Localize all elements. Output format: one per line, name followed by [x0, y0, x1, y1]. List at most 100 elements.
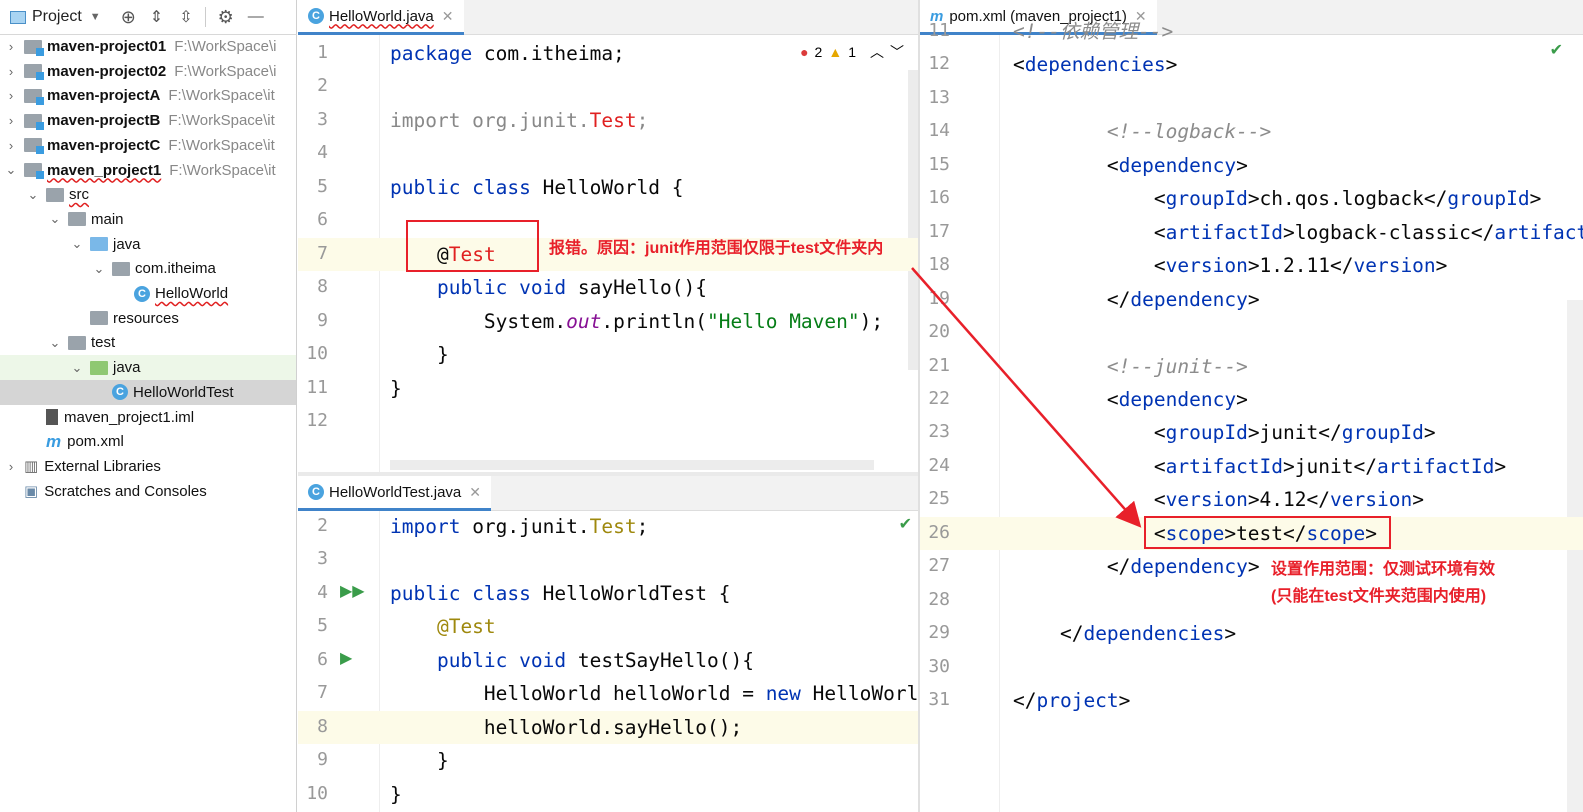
tree-item-label: HelloWorld — [155, 285, 229, 302]
code-token: </ — [1013, 622, 1084, 646]
code-line[interactable]: </dependency> — [1013, 550, 1260, 583]
chevron-icon[interactable]: ⌄ — [70, 236, 84, 252]
code-line[interactable]: <artifactId>logback-classic</artifactId> — [1013, 216, 1583, 249]
code-line[interactable]: <!--依赖管理--> — [1013, 15, 1173, 48]
tree-item[interactable]: › ▥ External Libraries — [0, 454, 296, 479]
run-icon[interactable]: ▶ — [340, 648, 352, 668]
tree-item[interactable]: ⌄ com.itheima — [0, 256, 296, 281]
next-highlight-icon[interactable]: ﹀ — [890, 42, 904, 62]
tab-helloworldtest-java[interactable]: C HelloWorldTest.java ✕ — [298, 476, 492, 511]
code-line[interactable]: <groupId>ch.qos.logback</groupId> — [1013, 182, 1541, 215]
chevron-icon[interactable]: › — [4, 138, 18, 153]
chevron-icon[interactable]: › — [4, 39, 18, 54]
code-line[interactable]: } — [390, 338, 449, 371]
code-line[interactable]: public class HelloWorldTest { — [390, 577, 730, 610]
tree-item[interactable]: › maven-projectC F:\WorkSpace\it — [0, 133, 296, 158]
gear-icon[interactable]: ⚙ — [218, 7, 234, 28]
code-line[interactable]: <version>1.2.11</version> — [1013, 249, 1448, 282]
editor-tabbar: C HelloWorld.java ✕ — [298, 0, 918, 35]
code-line[interactable]: </project> — [1013, 684, 1130, 717]
chevron-icon[interactable]: ⌄ — [92, 261, 106, 277]
project-panel: Project ▼ ⊕ ⇕ ⇳ ⚙ — › maven-project01 F:\W… — [0, 0, 297, 812]
code-line[interactable]: import org.junit.Test; — [390, 104, 648, 137]
editor-pom[interactable]: m pom.xml (maven_project1) ✕ ✔ 11 <!--依赖管理-… — [920, 0, 1583, 812]
close-icon[interactable]: ✕ — [442, 8, 454, 25]
collapse-all-icon[interactable]: ⇳ — [179, 7, 192, 27]
tree-item[interactable]: › maven-projectB F:\WorkSpace\it — [0, 108, 296, 133]
horizontal-scrollbar[interactable] — [390, 460, 874, 470]
folder-icon — [90, 360, 108, 375]
code-line[interactable]: <!--logback--> — [1013, 115, 1271, 148]
tree-item[interactable]: C HelloWorldTest — [0, 379, 296, 405]
code-line[interactable]: public void sayHello(){ — [390, 271, 707, 304]
editor-helloworldtest[interactable]: C HelloWorldTest.java ✕ ✔ 2 import org.juni… — [298, 476, 965, 812]
chevron-icon[interactable]: ⌄ — [4, 162, 18, 178]
chevron-down-icon[interactable]: ▼ — [90, 11, 101, 23]
code-line[interactable]: import org.junit.Test; — [390, 510, 648, 543]
inspection-widget[interactable]: ● 2 ▲ 1 ︿ ﹀ — [800, 42, 904, 62]
tree-item[interactable]: › maven-projectA F:\WorkSpace\it — [0, 83, 296, 108]
code-line[interactable]: public void testSayHello(){ — [390, 644, 754, 677]
code-line[interactable]: } — [390, 372, 402, 405]
tree-item[interactable]: ⌄ test — [0, 330, 296, 355]
folder-icon — [24, 64, 44, 81]
close-icon[interactable]: ✕ — [469, 484, 481, 501]
locate-icon[interactable]: ⊕ — [121, 7, 136, 28]
chevron-icon[interactable]: › — [4, 64, 18, 79]
chevron-icon[interactable]: › — [4, 88, 18, 103]
prev-highlight-icon[interactable]: ︿ — [870, 42, 884, 62]
minimize-icon[interactable]: — — [248, 8, 264, 26]
project-view-selector[interactable]: Project — [32, 8, 82, 26]
code-line[interactable]: <dependency> — [1013, 149, 1248, 182]
code-line[interactable]: System.out.println("Hello Maven"); — [390, 305, 883, 338]
run-icon[interactable]: ▶▶ — [340, 581, 365, 601]
code-token: groupId — [1447, 187, 1530, 211]
code-line[interactable]: </dependencies> — [1013, 617, 1236, 650]
chevron-icon[interactable]: ⌄ — [48, 335, 62, 351]
tree-item[interactable]: ⌄ java — [0, 232, 296, 257]
tree-item[interactable]: resources — [0, 306, 296, 331]
chevron-icon[interactable]: › — [4, 113, 18, 128]
code-line[interactable]: <dependency> — [1013, 383, 1248, 416]
chevron-icon[interactable]: ⌄ — [70, 360, 84, 376]
tree-item[interactable]: › maven-project02 F:\WorkSpace\i — [0, 59, 296, 84]
code-line[interactable]: helloWorld.sayHello(); — [390, 711, 742, 744]
tree-item[interactable]: maven_project1.iml — [0, 405, 296, 430]
line-number: 22 — [928, 387, 950, 409]
line-number: 12 — [306, 409, 328, 431]
tree-item[interactable]: › maven-project01 F:\WorkSpace\i — [0, 34, 296, 59]
chevron-icon[interactable]: ⌄ — [26, 187, 40, 203]
code-line[interactable]: <groupId>junit</groupId> — [1013, 416, 1436, 449]
tree-item[interactable]: C HelloWorld — [0, 281, 296, 306]
code-token: > — [1412, 488, 1424, 512]
tree-item[interactable]: ⌄ main — [0, 207, 296, 232]
tab-helloworld-java[interactable]: C HelloWorld.java ✕ — [298, 0, 464, 35]
vertical-scrollbar[interactable] — [908, 70, 918, 370]
chevron-icon[interactable]: › — [4, 459, 18, 474]
chevron-icon[interactable]: ⌄ — [48, 211, 62, 227]
tree-item[interactable]: ⌄ maven_project1 F:\WorkSpace\it — [0, 158, 296, 183]
code-token: com.itheima; — [483, 42, 625, 65]
vertical-scrollbar[interactable] — [1567, 300, 1583, 812]
code-line[interactable]: package com.itheima; — [390, 37, 625, 70]
code-line[interactable]: } — [390, 744, 449, 777]
tree-item[interactable]: m pom.xml — [0, 429, 296, 454]
code-token: } — [390, 782, 402, 806]
code-line[interactable]: @Test — [390, 610, 496, 643]
code-line[interactable]: <artifactId>junit</artifactId> — [1013, 450, 1506, 483]
expand-all-icon[interactable]: ⇕ — [150, 7, 163, 27]
code-line[interactable]: public class HelloWorld { — [390, 171, 684, 204]
tree-item[interactable]: ⌄ java — [0, 355, 296, 381]
line-number: 29 — [928, 622, 950, 644]
code-line[interactable]: <!--junit--> — [1013, 350, 1248, 383]
code-line[interactable]: HelloWorld helloWorld = new HelloWorld()… — [390, 677, 965, 710]
tree-item[interactable]: ⌄ src — [0, 182, 296, 207]
code-line[interactable]: <version>4.12</version> — [1013, 483, 1424, 516]
folder-icon — [24, 138, 44, 155]
class-icon: C — [308, 8, 324, 24]
line-number: 7 — [317, 682, 328, 704]
code-line[interactable]: </dependency> — [1013, 283, 1260, 316]
code-line[interactable]: } — [390, 778, 402, 811]
tree-item[interactable]: ▣ Scratches and Consoles — [0, 479, 296, 504]
code-line[interactable]: <dependencies> — [1013, 48, 1177, 81]
